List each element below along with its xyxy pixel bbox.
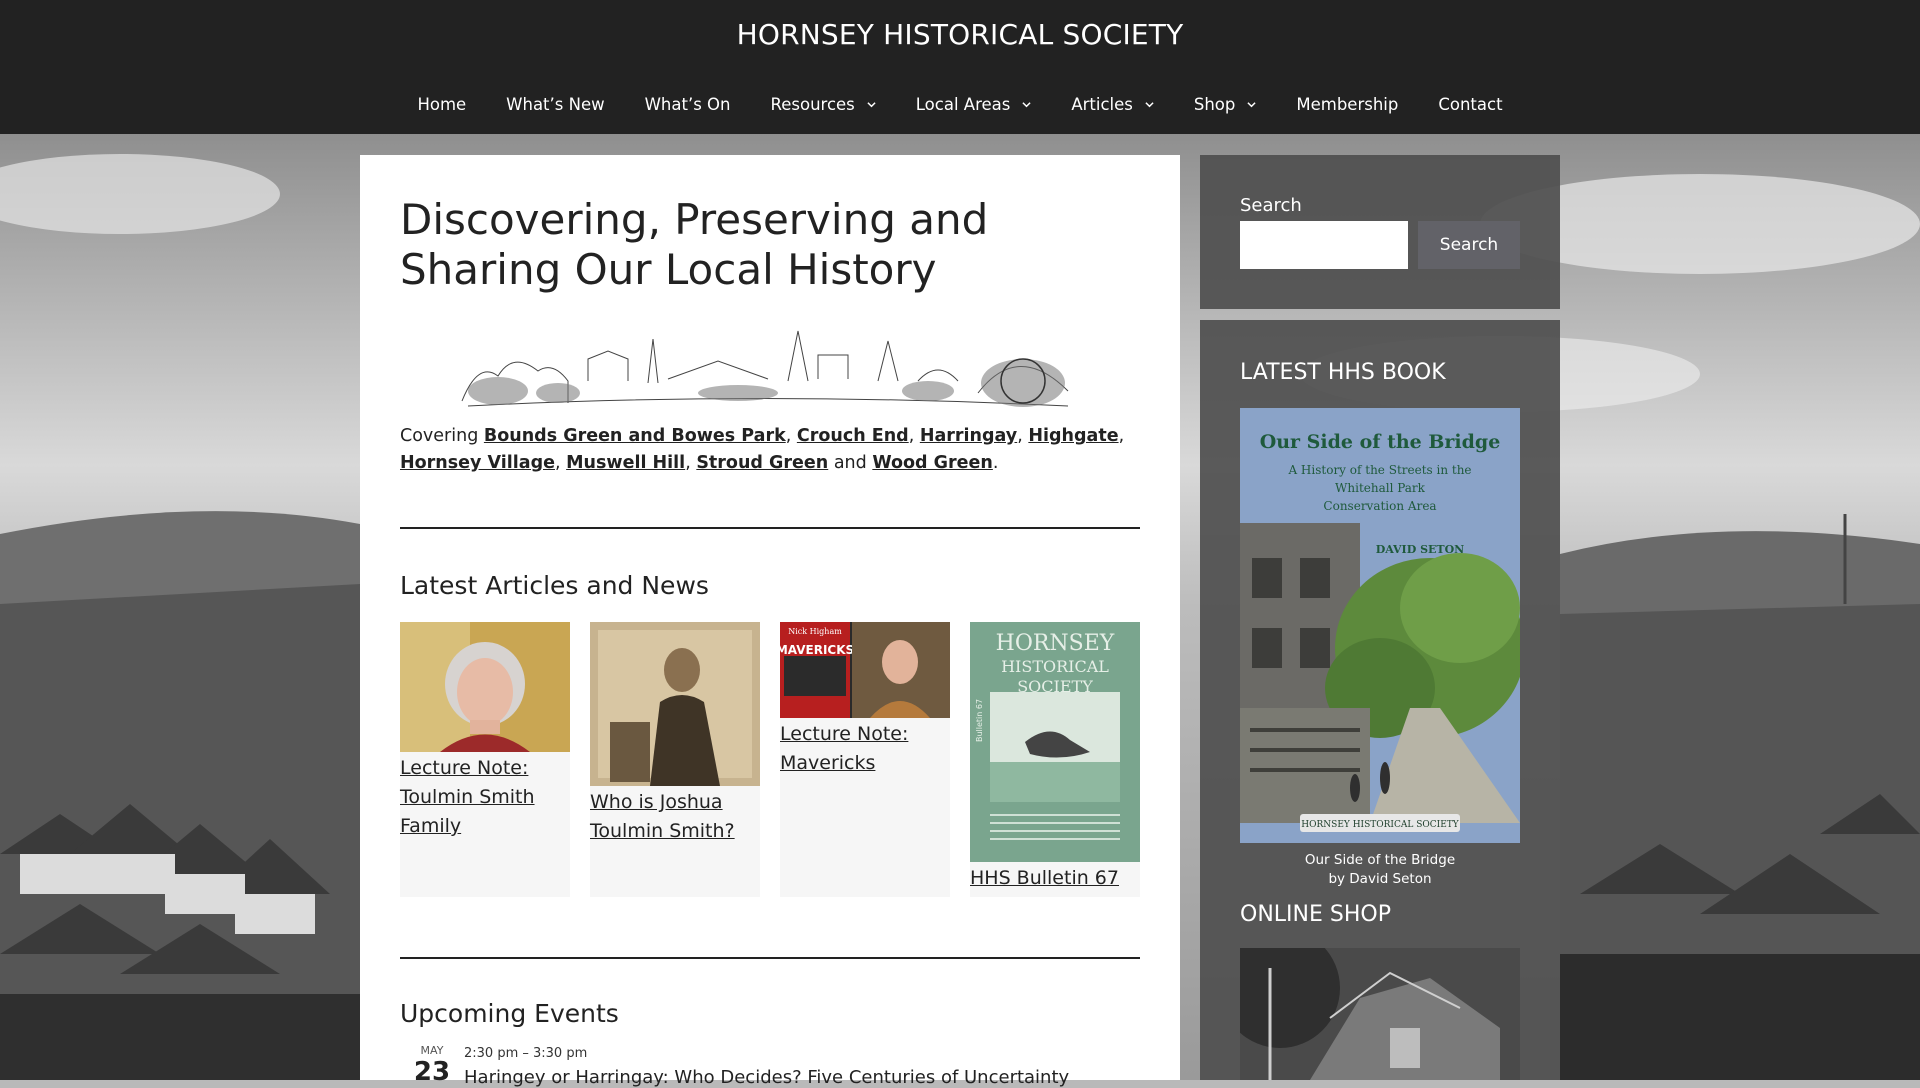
article-card[interactable]: Lecture Note: Toulmin Smith Family <box>400 622 570 897</box>
area-link[interactable]: Stroud Green <box>696 453 828 473</box>
online-shop-image[interactable] <box>1240 948 1520 1080</box>
article-thumbnail[interactable] <box>400 622 570 752</box>
main-nav: Home What’s New What’s On Resources Local Ar… <box>0 80 1920 128</box>
nav-item-label: Local Areas <box>915 94 1011 114</box>
book-cover-title: Our Side of the Bridge <box>1260 431 1501 453</box>
book-widget: LATEST HHS BOOK Our Side of the Bridge A… <box>1200 320 1560 1080</box>
article-thumbnail[interactable]: Nick Higham MAVERICKS <box>780 622 950 718</box>
article-card[interactable]: HORNSEY HISTORICAL SOCIETY Bulletin 67 H… <box>970 622 1140 897</box>
area-link[interactable]: Muswell Hill <box>566 453 685 473</box>
nav-item-label: Contact <box>1438 94 1503 114</box>
content-inner: Discovering, Preserving and Sharing Our … <box>400 195 1140 1088</box>
book-caption: Our Side of the Bridge by David Seton <box>1240 851 1520 889</box>
chevron-down-icon[interactable] <box>1247 100 1256 109</box>
nav-item-what-s-on[interactable]: What’s On <box>625 80 751 128</box>
event-date: May 23 <box>400 1044 464 1088</box>
event-day: 23 <box>413 1057 451 1087</box>
covering-prefix: Covering <box>400 426 479 446</box>
book-cover-subtitle: Whitehall Park <box>1335 481 1426 495</box>
book-cover-subtitle: A History of the Streets in the <box>1287 463 1471 477</box>
article-thumbnail[interactable] <box>590 622 760 786</box>
book-author-text: Nick Higham <box>788 627 842 636</box>
chevron-down-icon[interactable] <box>1145 100 1154 109</box>
nav-item-contact[interactable]: Contact <box>1418 80 1522 128</box>
chevron-down-icon[interactable] <box>867 100 876 109</box>
book-caption-title: Our Side of the Bridge <box>1304 852 1456 868</box>
covering-and: and <box>833 453 867 473</box>
search-input[interactable] <box>1240 221 1408 269</box>
main-content: Discovering, Preserving and Sharing Our … <box>360 155 1180 1088</box>
search-widget: Search Search <box>1200 155 1560 309</box>
search-button[interactable]: Search <box>1418 221 1520 269</box>
article-link[interactable]: HHS Bulletin 67 <box>970 864 1140 893</box>
book-cover-publisher: HORNSEY HISTORICAL SOCIETY <box>1301 820 1459 830</box>
nav-item-label: Shop <box>1193 94 1236 114</box>
events-heading: Upcoming Events <box>400 999 619 1028</box>
bulletin-number-text: Bulletin 67 <box>975 699 984 742</box>
search-label: Search <box>1240 195 1302 216</box>
article-link[interactable]: Who is Joshua Toulmin Smith? <box>590 788 760 846</box>
nav-item-label: What’s New <box>506 94 605 114</box>
nav-item-what-s-new[interactable]: What’s New <box>486 80 624 128</box>
area-link[interactable]: Crouch End <box>797 426 909 446</box>
nav-item-home[interactable]: Home <box>397 80 486 128</box>
nav-item-articles[interactable]: Articles <box>1051 80 1174 128</box>
area-link[interactable]: Hornsey Village <box>400 453 555 473</box>
book-caption-author: by David Seton <box>1328 871 1432 887</box>
article-link[interactable]: Lecture Note: Toulmin Smith Family <box>400 754 570 841</box>
chevron-down-icon[interactable] <box>1022 100 1031 109</box>
section-divider <box>400 957 1140 959</box>
article-card[interactable]: Who is Joshua Toulmin Smith? <box>590 622 760 897</box>
nav-item-membership[interactable]: Membership <box>1276 80 1418 128</box>
event-item[interactable]: May 23 2:30 pm – 3:30 pm Haringey or Har… <box>400 1044 1140 1088</box>
article-thumbnail[interactable]: HORNSEY HISTORICAL SOCIETY Bulletin 67 <box>970 622 1140 862</box>
book-cover[interactable]: Our Side of the Bridge A History of the … <box>1240 408 1520 843</box>
bulletin-title-line: HORNSEY <box>996 631 1115 656</box>
latest-book-heading: LATEST HHS BOOK <box>1240 360 1446 385</box>
event-time: 2:30 pm – 3:30 pm <box>464 1046 588 1061</box>
event-details: 2:30 pm – 3:30 pm Haringey or Harringay:… <box>464 1044 1069 1088</box>
site-header: HORNSEY HISTORICAL SOCIETY Home What’s Ne… <box>0 0 1920 134</box>
mavericks-cover-text: MAVERICKS <box>780 643 854 657</box>
articles-list: Lecture Note: Toulmin Smith Family Who i… <box>400 622 1140 897</box>
section-divider <box>400 527 1140 529</box>
bulletin-title-line: HISTORICAL <box>1001 657 1109 676</box>
article-link[interactable]: Lecture Note: Mavericks <box>780 720 950 778</box>
articles-heading: Latest Articles and News <box>400 571 709 600</box>
nav-item-local-areas[interactable]: Local Areas <box>896 80 1052 128</box>
nav-item-shop[interactable]: Shop <box>1174 80 1277 128</box>
nav-item-label: Membership <box>1296 94 1399 114</box>
area-link[interactable]: Highgate <box>1028 426 1118 446</box>
nav-item-resources[interactable]: Resources <box>751 80 896 128</box>
nav-item-label: What’s On <box>644 94 731 114</box>
page-title: Discovering, Preserving and Sharing Our … <box>400 195 989 294</box>
nav-item-label: Articles <box>1071 94 1133 114</box>
area-link[interactable]: Harringay <box>920 426 1017 446</box>
article-card[interactable]: Nick Higham MAVERICKS Lecture Note: Mave… <box>780 622 950 897</box>
area-link[interactable]: Wood Green <box>872 453 993 473</box>
event-title[interactable]: Haringey or Harringay: Who Decides? Five… <box>464 1067 1069 1088</box>
nav-item-label: Home <box>417 94 467 114</box>
site-title[interactable]: HORNSEY HISTORICAL SOCIETY <box>0 18 1920 51</box>
event-month: May <box>420 1044 444 1057</box>
area-link[interactable]: Bounds Green and Bowes Park <box>484 426 786 446</box>
hornsey-skyline-illustration <box>461 330 1069 407</box>
book-cover-subtitle: Conservation Area <box>1323 499 1436 513</box>
online-shop-heading: ONLINE SHOP <box>1240 902 1391 927</box>
covering-areas: Covering Bounds Green and Bowes Park, Cr… <box>400 426 1125 473</box>
nav-item-label: Resources <box>770 94 855 114</box>
